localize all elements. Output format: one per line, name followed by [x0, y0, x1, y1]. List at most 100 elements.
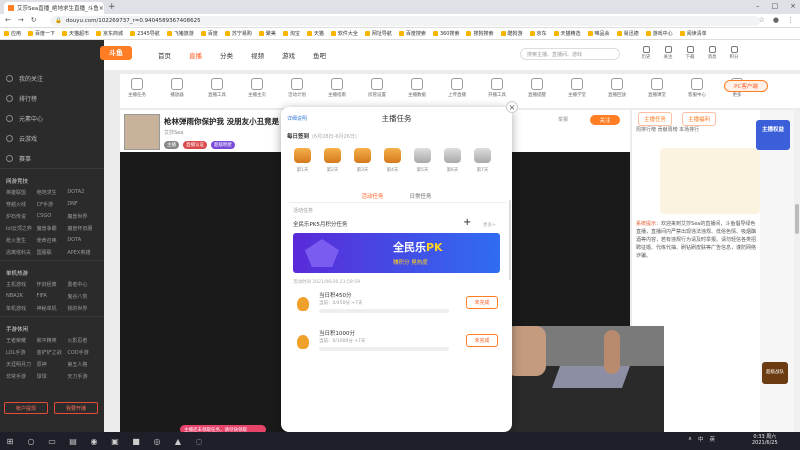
tool-item[interactable]: 播放器 [164, 78, 190, 98]
task-view-icon[interactable]: ▭ [46, 435, 58, 447]
bookmark-item[interactable]: 应用 [4, 30, 21, 37]
bookmark-item[interactable]: 酷狗游 [500, 30, 523, 37]
checkin-day[interactable]: 第2天 [322, 148, 343, 173]
category-link[interactable]: 神秘单机 [37, 305, 68, 312]
reload-icon[interactable]: ↻ [31, 16, 37, 24]
file-explorer-icon[interactable]: ▤ [67, 435, 79, 447]
bookmark-item[interactable]: 京东商城 [96, 30, 123, 37]
search-icon[interactable]: ○ [25, 435, 37, 447]
chrome-icon[interactable]: ◉ [88, 435, 100, 447]
category-link[interactable]: FIFA [37, 293, 68, 300]
header-icon-button[interactable]: 消息 [706, 46, 718, 60]
checkin-day[interactable]: 第6天 [442, 148, 463, 173]
checkin-day[interactable]: 第3天 [352, 148, 373, 173]
close-icon[interactable]: × [506, 101, 518, 113]
checkin-day[interactable]: 第5天 [412, 148, 433, 173]
category-link[interactable]: DOTA2 [67, 189, 98, 196]
category-link[interactable]: 魔兽世界 [67, 213, 98, 220]
category-link[interactable]: APEX英雄 [67, 249, 98, 256]
bookmark-item[interactable]: 聚美 [258, 30, 276, 37]
star-icon[interactable]: ☆ [759, 16, 765, 24]
category-link[interactable]: CSGO [37, 213, 68, 220]
tab-anchor-benefits[interactable]: 主播福利 [682, 112, 717, 126]
bookmark-item[interactable]: 天猫精选 [553, 30, 581, 37]
bookmark-item[interactable]: 天猫超市 [62, 30, 89, 37]
incomplete-button[interactable]: 未完成 [466, 296, 498, 309]
category-link[interactable]: 怀旧经典 [37, 281, 68, 288]
tool-item[interactable]: 直播工具 [204, 78, 230, 98]
category-link[interactable]: 勇者中心 [67, 281, 98, 288]
tool-item[interactable]: 主播数据 [404, 78, 430, 98]
maximize-icon[interactable]: □ [772, 2, 779, 10]
category-link[interactable]: 非常手游 [6, 373, 37, 380]
bookmark-item[interactable]: 飞猪旅游 [166, 30, 194, 37]
nav-games[interactable]: 游戏 [282, 50, 295, 60]
back-icon[interactable]: ← [5, 16, 11, 24]
pc-client-button[interactable]: PC客户端 [724, 80, 768, 92]
follow-button[interactable]: 关注 [590, 115, 620, 125]
forward-icon[interactable]: → [18, 16, 24, 24]
category-link[interactable]: COD手游 [67, 349, 98, 356]
tool-item[interactable]: 直播回放 [604, 78, 630, 98]
bookmark-item[interactable]: 易迅德 [616, 30, 639, 37]
bookmark-item[interactable]: 百度搜索 [398, 30, 426, 37]
rank-header[interactable]: 周排行榜 贡献周榜 本场排行 [636, 126, 758, 142]
tool-item[interactable]: 直播课堂 [644, 78, 670, 98]
bookmark-item[interactable]: 游戏中心 [645, 30, 673, 37]
scroll-thumb[interactable] [795, 204, 799, 234]
header-icon-button[interactable]: 关注 [662, 46, 674, 60]
tool-item[interactable]: 主播指南 [324, 78, 350, 98]
start-stream-button[interactable]: 我要开播 [54, 402, 98, 414]
sidebar-item[interactable]: 排行榜 [6, 88, 104, 108]
profile-icon[interactable]: ● [773, 16, 779, 24]
bookmark-item[interactable]: 网址导航 [364, 30, 392, 37]
tool-item[interactable]: 主播任务 [124, 78, 150, 98]
header-icon-button[interactable]: 积分 [728, 46, 740, 60]
tray-up-icon[interactable]: ∧ [688, 436, 692, 442]
checkin-day[interactable]: 第4天 [382, 148, 403, 173]
bookmark-item[interactable]: 苏宁易购 [224, 30, 252, 37]
category-link[interactable]: 鬼谷八荒 [67, 293, 98, 300]
category-link[interactable]: 球球 [37, 373, 68, 380]
category-link[interactable]: 绝地求生 [37, 189, 68, 196]
category-link[interactable]: 我的世界 [67, 305, 98, 312]
bookmark-item[interactable]: 百度 [200, 30, 218, 37]
url-input[interactable]: 🔒 douyu.com/102269737_r=0.94045893674086… [50, 16, 760, 26]
tool-item[interactable]: 客服中心 [684, 78, 710, 98]
incomplete-button[interactable]: 未完成 [466, 334, 498, 347]
pk-banner[interactable]: 全民乐PK 赚积分 晃热度 [293, 233, 500, 273]
bookmark-item[interactable]: 唯品会 [587, 30, 610, 37]
bookmark-item[interactable]: 淘宝 [282, 30, 300, 37]
sidebar-item[interactable]: 赛事 [6, 148, 104, 168]
header-icon-button[interactable]: 历史 [640, 46, 652, 60]
report-link[interactable]: 举报 [558, 116, 568, 123]
tool-item[interactable]: 房管设置 [364, 78, 390, 98]
category-link[interactable]: 英雄联盟 [6, 189, 37, 196]
bookmark-item[interactable]: 360搜索 [432, 30, 459, 37]
category-link[interactable]: 火影忍者 [67, 337, 98, 344]
nav-live[interactable]: 直播 [189, 50, 202, 60]
category-link[interactable]: 使命召唤 [37, 237, 68, 244]
category-link[interactable]: 枪火重生 [6, 237, 37, 244]
page-scrollbar[interactable] [794, 110, 800, 432]
lang-indicator[interactable]: 英 [710, 435, 716, 443]
category-link[interactable]: LOL手游 [6, 349, 37, 356]
category-link[interactable]: 第五人格 [67, 361, 98, 368]
tool-item[interactable]: 上传直播 [444, 78, 470, 98]
category-link[interactable]: 金铲铲之战 [37, 349, 68, 356]
bookmark-item[interactable]: 软件大全 [330, 30, 358, 37]
search-input[interactable]: 搜索主播、直播间、游戏 [520, 48, 620, 60]
sidebar-item[interactable]: 我的关注 [6, 68, 104, 88]
nav-video[interactable]: 视频 [251, 50, 264, 60]
sidebar-item[interactable]: 云游戏 [6, 128, 104, 148]
close-window-icon[interactable]: × [790, 2, 796, 10]
app-icon[interactable]: ◌ [193, 435, 205, 447]
bookmark-item[interactable]: 百度一下 [28, 30, 55, 37]
category-link[interactable]: 原神 [37, 361, 68, 368]
checkin-day[interactable]: 第1天 [292, 148, 313, 173]
bookmark-item[interactable]: 天猫 [306, 30, 324, 37]
category-link[interactable]: 和平精英 [37, 337, 68, 344]
category-link[interactable]: 逃离塔科夫 [6, 249, 37, 256]
nav-yuba[interactable]: 鱼吧 [313, 50, 326, 60]
tool-item[interactable]: 开播工具 [484, 78, 510, 98]
